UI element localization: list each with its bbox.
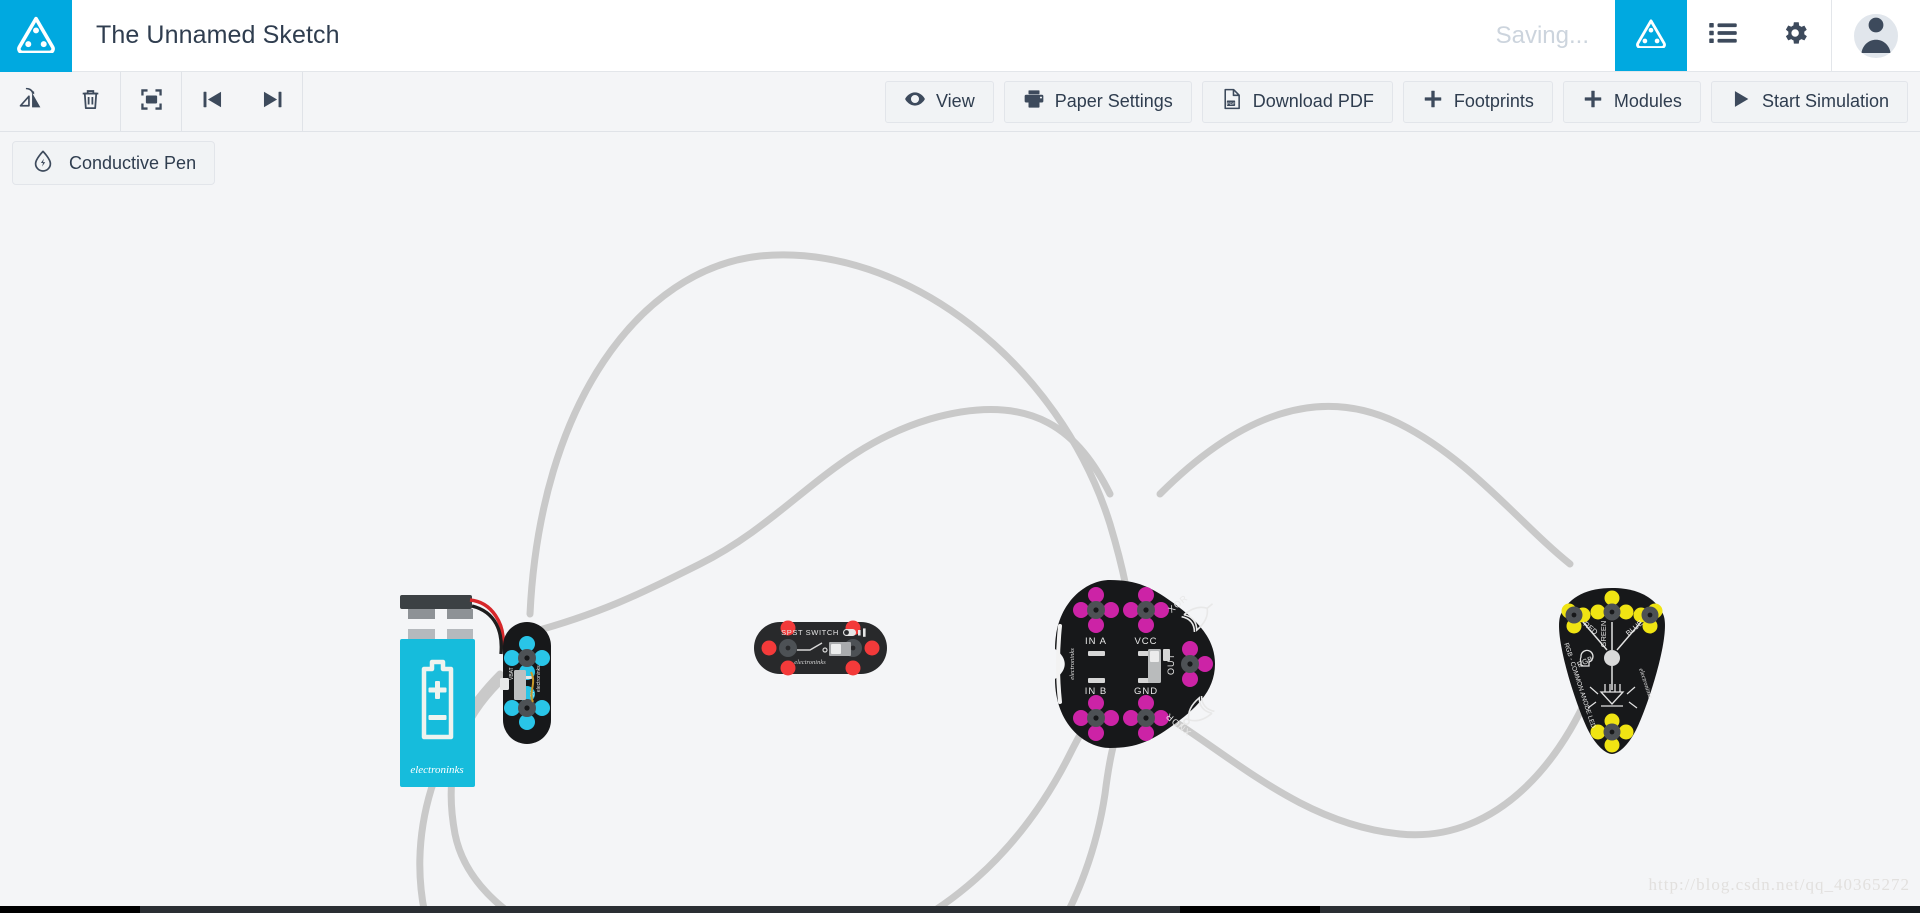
avatar[interactable] — [1832, 0, 1920, 71]
footprints-button[interactable]: Footprints — [1402, 80, 1553, 123]
rgb-led-module[interactable]: RED GREEN BLUE RGB RGB - COMMON ANODE LE… — [1559, 588, 1665, 754]
sketch-title[interactable]: The Unnamed Sketch — [72, 0, 1496, 71]
modules-label: Modules — [1613, 91, 1682, 111]
download-pdf-label: Download PDF — [1252, 91, 1374, 111]
footprints-label: Footprints — [1453, 91, 1534, 111]
label-in-a: IN A — [1085, 636, 1107, 647]
gear-icon — [1780, 18, 1810, 53]
eye-icon — [904, 88, 926, 115]
circuit-drawing: electroninks VBAT electroninks 9V SPST S… — [400, 251, 1665, 913]
battery-top-bar — [400, 595, 472, 609]
trace-layer — [416, 251, 1618, 913]
step-forward-button[interactable] — [242, 72, 302, 131]
view-tool-group — [121, 72, 182, 131]
conductive-pen-button[interactable]: Conductive Pen — [12, 141, 216, 185]
svg-text:electroninks: electroninks — [536, 665, 542, 692]
trace-2 — [521, 406, 1114, 638]
edit-tool-group — [0, 72, 121, 131]
led-lens — [1604, 650, 1620, 666]
brand-logo-button[interactable] — [0, 0, 72, 72]
xor-ic-chip-dot — [1150, 651, 1159, 662]
xor-gate-module[interactable]: IN A VCC IN B GND OUT XOR XNOR electroni… — [1055, 580, 1219, 748]
skip-next-icon — [260, 87, 285, 117]
holder-switch — [500, 678, 509, 690]
battery-minus-icon — [428, 715, 447, 720]
switch-brand-label: electroninks — [794, 659, 826, 666]
printer-icon — [1023, 88, 1045, 115]
trace-3 — [447, 660, 1129, 913]
holder-connector — [514, 670, 526, 700]
plus-icon — [1422, 88, 1444, 115]
toolbar-actions: View Paper Settings PDF Download PDF Foo… — [885, 72, 1920, 131]
battery-contact-left — [408, 629, 435, 639]
xor-board-slots — [1056, 624, 1062, 704]
skip-previous-icon — [200, 87, 225, 117]
paper-settings-label: Paper Settings — [1054, 91, 1173, 111]
triangle-logo-icon — [17, 15, 55, 58]
trace-6 — [1151, 590, 1618, 839]
fit-to-screen-button[interactable] — [121, 72, 181, 131]
sub-toolbar: Conductive Pen — [0, 132, 1920, 194]
rotate-flip-button[interactable] — [0, 72, 60, 131]
user-avatar-icon — [1854, 13, 1898, 58]
settings-button[interactable] — [1759, 0, 1831, 71]
start-simulation-label: Start Simulation — [1761, 91, 1889, 111]
sketch-canvas[interactable]: electroninks VBAT electroninks 9V SPST S… — [0, 194, 1920, 913]
battery-tab-left — [408, 609, 435, 619]
label-green: GREEN — [1599, 621, 1608, 648]
step-back-button[interactable] — [182, 72, 242, 131]
delete-button[interactable] — [60, 72, 120, 131]
conductive-pen-label: Conductive Pen — [69, 152, 197, 173]
label-brand: electroninks — [1069, 648, 1076, 680]
sketch-view-button[interactable] — [1615, 0, 1687, 71]
battery-holder-module[interactable]: VBAT electroninks 9V — [469, 598, 551, 744]
start-simulation-button[interactable]: Start Simulation — [1710, 80, 1908, 123]
play-icon — [1730, 88, 1752, 115]
download-pdf-button[interactable]: PDF Download PDF — [1201, 80, 1393, 123]
rotate-flip-icon — [18, 87, 43, 117]
trace-5 — [1156, 402, 1574, 568]
trash-icon — [78, 87, 103, 117]
battery-component[interactable]: electroninks — [400, 595, 475, 787]
pdf-file-icon: PDF — [1221, 88, 1243, 115]
view-button[interactable]: View — [885, 80, 994, 123]
list-view-button[interactable] — [1687, 0, 1759, 71]
battery-contact-right — [447, 629, 473, 639]
ink-drop-icon — [31, 149, 55, 178]
battery-brand-label: electroninks — [410, 764, 463, 776]
label-gnd: GND — [1134, 686, 1158, 697]
fit-screen-icon — [139, 87, 164, 117]
saving-status: Saving... — [1495, 21, 1589, 49]
watermark: http://blog.csdn.net/qq_40365272 — [1648, 875, 1910, 894]
list-icon — [1708, 18, 1738, 53]
app-root: The Unnamed Sketch Saving... View Paper … — [0, 0, 1920, 913]
switch-title-label: SPST SWITCH — [781, 628, 839, 637]
switch-actuator-knob — [831, 644, 841, 654]
svg-text:PDF: PDF — [1227, 101, 1236, 106]
history-tool-group — [182, 72, 303, 131]
main-toolbar: View Paper Settings PDF Download PDF Foo… — [0, 72, 1920, 132]
battery-wire-black — [471, 604, 504, 655]
desktop-taskbar-edge — [0, 906, 1920, 913]
view-button-label: View — [936, 91, 975, 111]
label-vcc: VCC — [1134, 636, 1157, 647]
spst-switch-module[interactable]: SPST SWITCH electroninks — [754, 620, 887, 676]
label-in-b: IN B — [1085, 686, 1107, 697]
triangle-logo-icon — [1636, 18, 1666, 53]
plus-icon — [1582, 88, 1604, 115]
app-header: The Unnamed Sketch Saving... — [0, 0, 1920, 72]
battery-tab-right — [447, 609, 473, 619]
paper-settings-button[interactable]: Paper Settings — [1003, 80, 1192, 123]
modules-button[interactable]: Modules — [1562, 80, 1701, 123]
